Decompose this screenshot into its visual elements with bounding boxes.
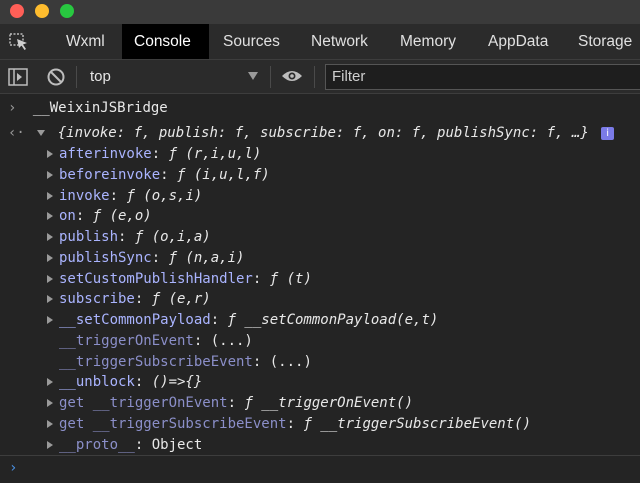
expand-triangle-icon[interactable]: [47, 150, 53, 158]
property-key: __proto__: [59, 436, 135, 453]
property-value: (...): [210, 332, 253, 349]
property-row[interactable]: on: ƒ (e,o): [47, 206, 152, 227]
property-value: ƒ __setCommonPayload(e,t): [227, 312, 439, 328]
property-key: __setCommonPayload: [59, 312, 211, 328]
filter-placeholder: Filter: [332, 68, 366, 85]
console-input-divider: [0, 455, 640, 456]
property-value: Object: [151, 436, 203, 453]
property-value: ƒ (t): [269, 270, 312, 287]
clear-console-icon[interactable]: [46, 67, 66, 92]
toolbar-divider: [76, 66, 77, 88]
property-key: setCustomPublishHandler: [59, 270, 253, 287]
input-prompt-icon: ›: [8, 100, 17, 116]
property-key: publish: [59, 229, 119, 245]
property-key: get __triggerOnEvent: [59, 395, 228, 411]
property-row[interactable]: beforeinvoke: ƒ (i,u,l,f): [47, 165, 270, 186]
property-row[interactable]: get __triggerOnEvent: ƒ __triggerOnEvent…: [47, 393, 413, 414]
property-row: __triggerOnEvent: (...): [59, 332, 253, 349]
property-value: ƒ (n,a,i): [168, 249, 245, 266]
console-output: › __WeixinJSBridge ‹· {invoke: f, publis…: [0, 94, 640, 483]
input-expression: __WeixinJSBridge: [32, 100, 168, 116]
context-value: top: [90, 68, 111, 85]
expand-triangle-icon[interactable]: [47, 316, 53, 324]
property-row: __triggerSubscribeEvent: (...): [59, 353, 312, 370]
console-input-line: › __WeixinJSBridge: [8, 98, 168, 119]
toolbar-divider: [270, 66, 271, 88]
expand-triangle-icon[interactable]: [47, 170, 53, 179]
property-value: ƒ __triggerSubscribeEvent(): [303, 415, 532, 432]
property-value: ƒ (i,u,l,f): [177, 166, 270, 183]
property-key: __unblock: [59, 374, 135, 391]
expand-triangle-icon[interactable]: [47, 419, 53, 428]
context-selector[interactable]: top: [90, 60, 270, 93]
inspect-element-icon[interactable]: [8, 32, 30, 52]
minimize-window-button[interactable]: [35, 4, 49, 18]
tab-console[interactable]: Console: [122, 24, 209, 59]
property-row[interactable]: publish: ƒ (o,i,a): [47, 227, 211, 248]
result-arrow-icon: ‹·: [8, 125, 25, 141]
console-result-line[interactable]: ‹· {invoke: f, publish: f, subscribe: f,…: [8, 123, 615, 144]
expand-triangle-icon[interactable]: [47, 274, 53, 283]
property-key: invoke: [59, 187, 110, 204]
tab-appdata[interactable]: AppData: [476, 24, 560, 59]
property-value: ƒ (e,r): [151, 291, 211, 308]
console-toolbar: top Filter: [0, 60, 640, 94]
expand-triangle-icon[interactable]: [47, 378, 53, 387]
zoom-window-button[interactable]: [60, 4, 74, 18]
property-key: beforeinvoke: [59, 166, 161, 183]
property-row[interactable]: publishSync: ƒ (n,a,i): [47, 248, 244, 269]
property-key: on: [59, 208, 76, 225]
devtools-tabbar: Wxml Console Sources Network Memory AppD…: [0, 24, 640, 60]
toolbar-divider: [314, 66, 315, 88]
expand-triangle-icon[interactable]: [47, 191, 53, 200]
tab-network[interactable]: Network: [299, 24, 380, 59]
property-row[interactable]: subscribe: ƒ (e,r): [47, 289, 211, 310]
tab-storage[interactable]: Storage: [566, 24, 640, 59]
property-value: (...): [269, 353, 312, 370]
property-key: subscribe: [59, 291, 135, 308]
expand-triangle-icon[interactable]: [47, 233, 53, 241]
property-key: get __triggerSubscribeEvent: [59, 415, 287, 432]
property-row[interactable]: __setCommonPayload: ƒ __setCommonPayload…: [47, 310, 438, 331]
tab-sources[interactable]: Sources: [211, 24, 292, 59]
show-sidebar-icon[interactable]: [8, 68, 28, 91]
live-expression-eye-icon[interactable]: [281, 68, 303, 89]
collapse-triangle-icon[interactable]: [37, 130, 46, 136]
property-key: afterinvoke: [59, 146, 152, 162]
chevron-down-icon[interactable]: [248, 72, 258, 80]
property-value: ƒ (o,i,a): [134, 229, 211, 245]
property-key: __triggerOnEvent: [59, 332, 194, 349]
property-row[interactable]: __unblock: ()=>{}: [47, 372, 202, 393]
expand-triangle-icon[interactable]: [47, 440, 53, 449]
window-titlebar: [0, 0, 640, 24]
property-value: ƒ __triggerOnEvent(): [244, 395, 414, 411]
expand-triangle-icon[interactable]: [47, 399, 53, 407]
property-key: publishSync: [59, 249, 152, 266]
info-icon[interactable]: i: [601, 126, 615, 140]
property-row[interactable]: invoke: ƒ (o,s,i): [47, 186, 202, 207]
property-row[interactable]: afterinvoke: ƒ (r,i,u,l): [47, 144, 261, 165]
property-row[interactable]: get __triggerSubscribeEvent: ƒ __trigger…: [47, 414, 531, 435]
expand-triangle-icon[interactable]: [47, 295, 53, 304]
property-value: ƒ (e,o): [92, 208, 152, 225]
tab-memory[interactable]: Memory: [388, 24, 468, 59]
property-key: __triggerSubscribeEvent: [59, 353, 253, 370]
property-value: ()=>{}: [151, 374, 203, 391]
expand-triangle-icon[interactable]: [47, 253, 53, 262]
tab-wxml[interactable]: Wxml: [54, 24, 117, 59]
result-summary: {invoke: f, publish: f, subscribe: f, on…: [57, 125, 589, 141]
property-value: ƒ (o,s,i): [126, 187, 203, 204]
filter-input[interactable]: Filter: [325, 64, 640, 90]
console-prompt-icon[interactable]: ›: [9, 460, 17, 476]
close-window-button[interactable]: [10, 4, 24, 18]
expand-triangle-icon[interactable]: [47, 212, 53, 221]
property-row[interactable]: setCustomPublishHandler: ƒ (t): [47, 269, 312, 290]
property-value: ƒ (r,i,u,l): [168, 146, 262, 162]
property-row[interactable]: __proto__: Object: [47, 435, 202, 456]
